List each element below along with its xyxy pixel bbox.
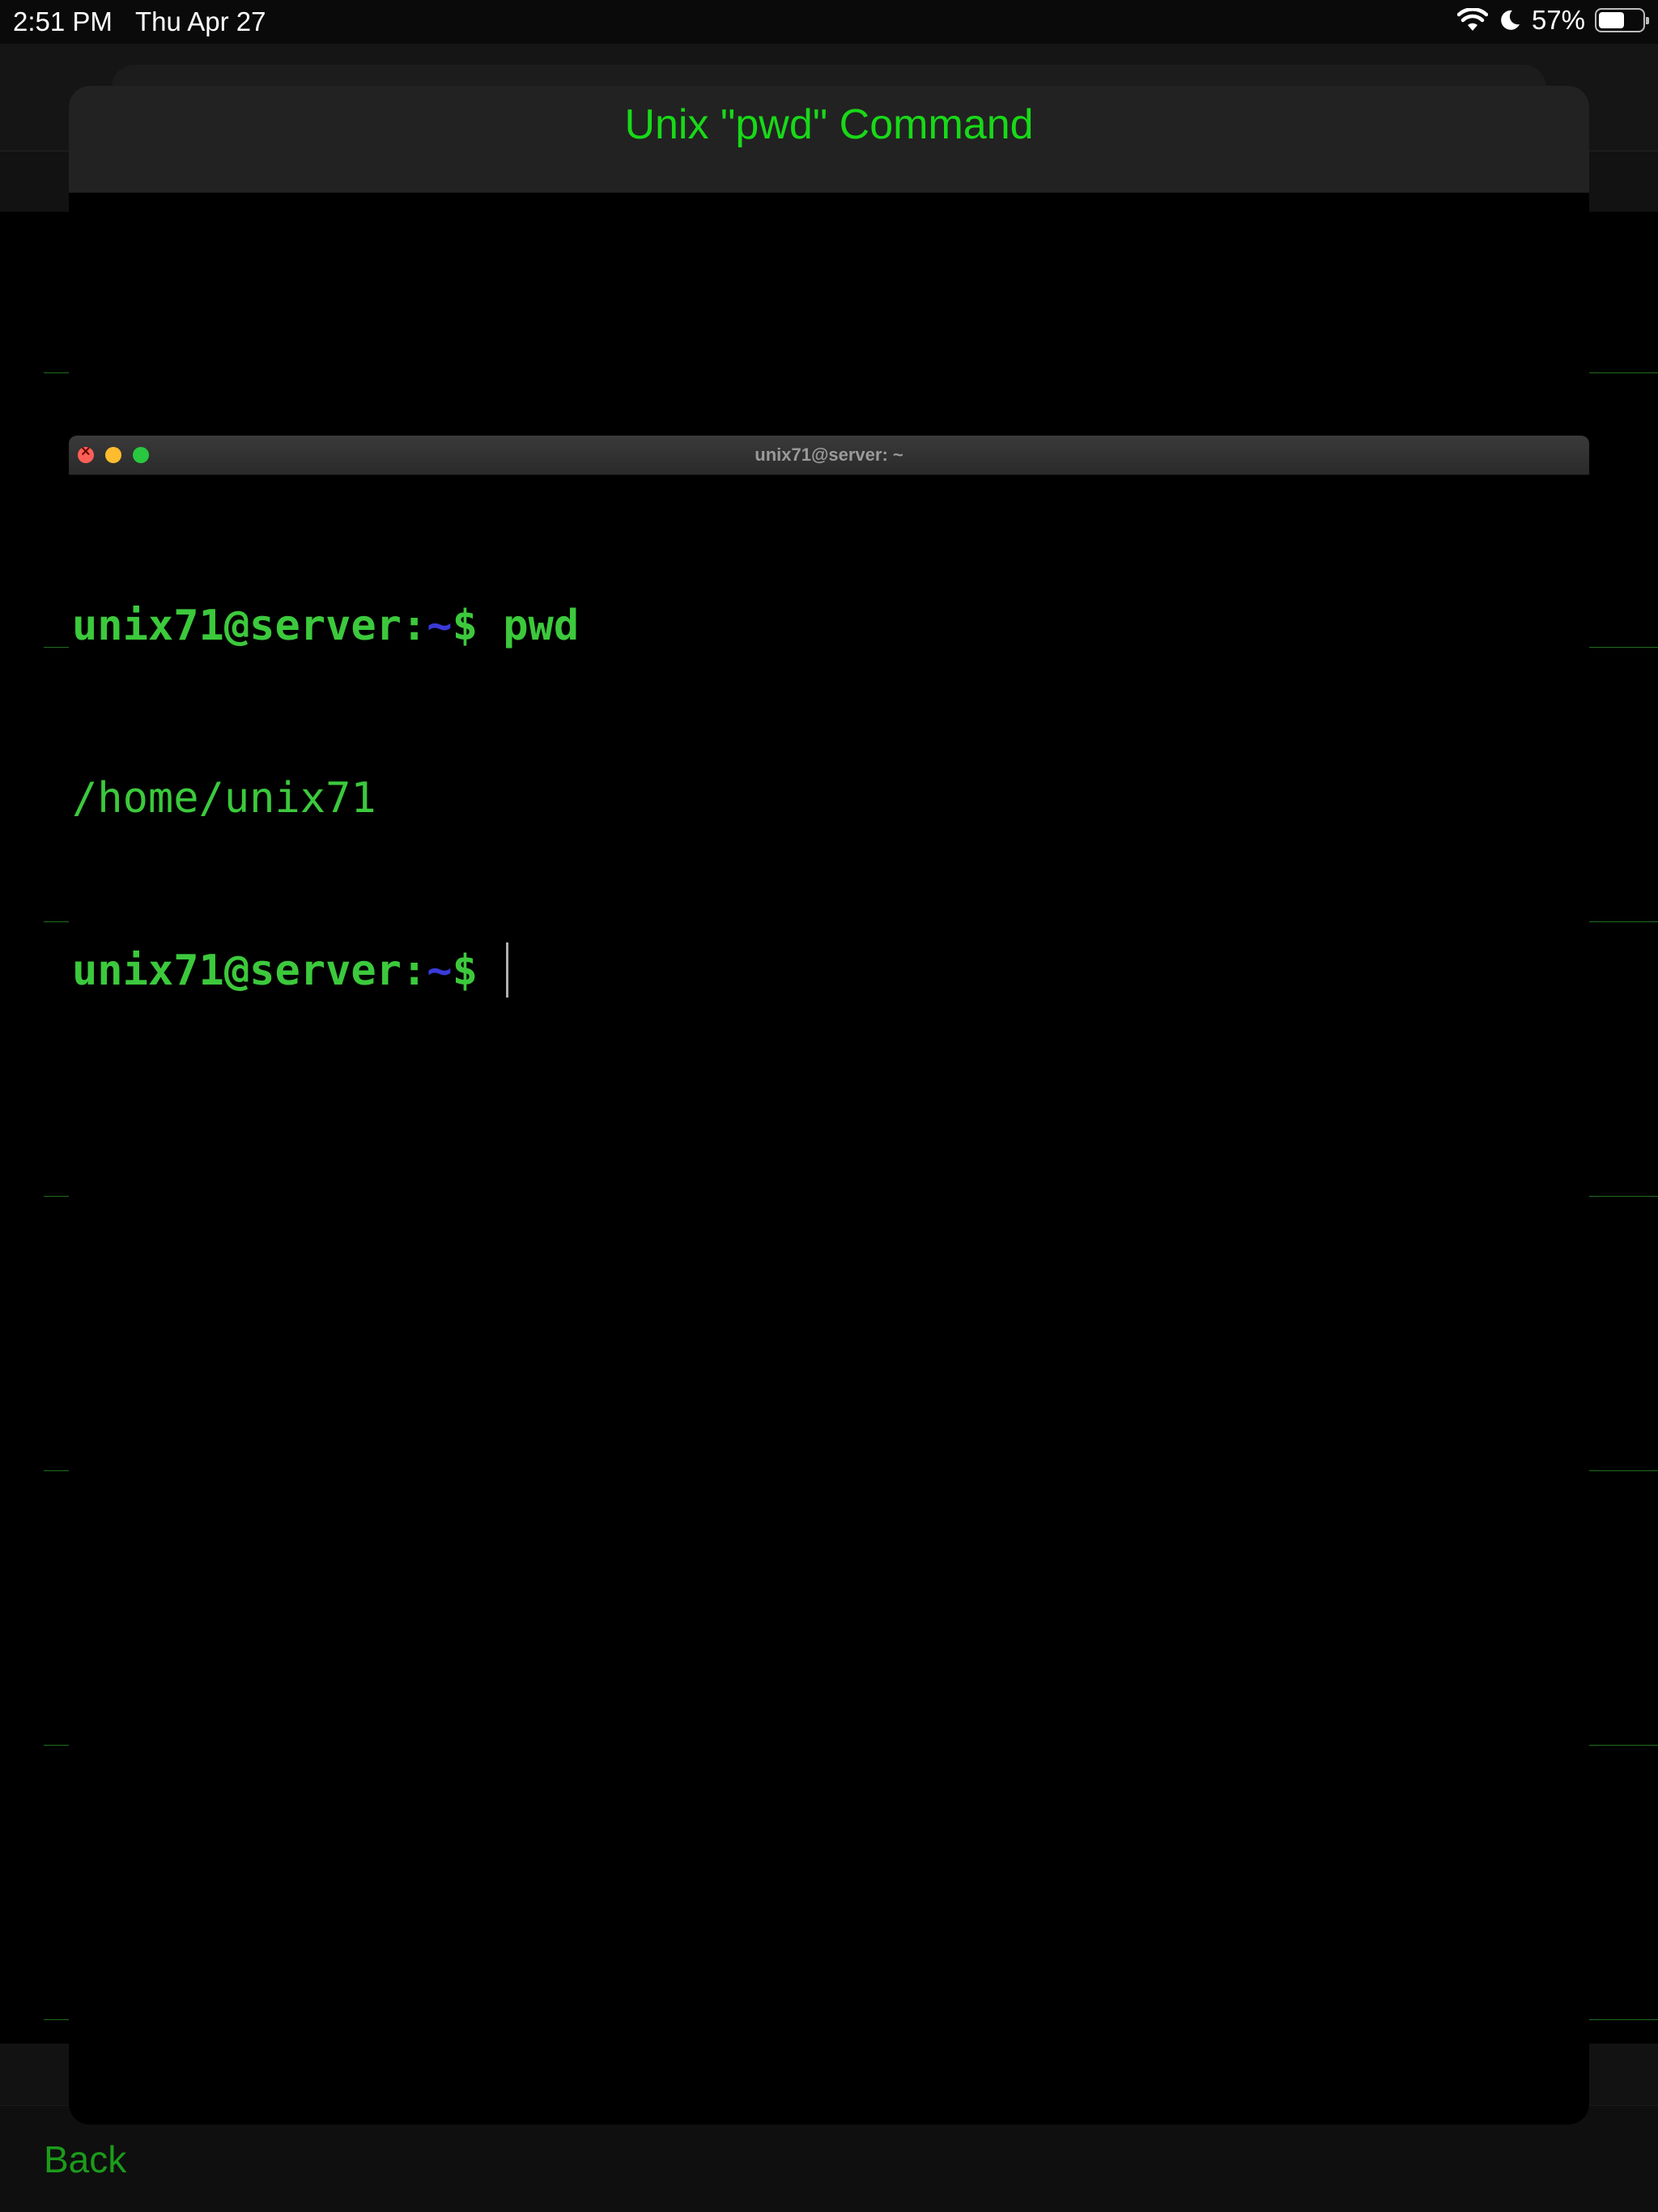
prompt-path: ~ [427, 946, 453, 995]
battery-icon [1595, 8, 1649, 32]
status-date: Thu Apr 27 [135, 6, 266, 36]
sheet-header: Unix "pwd" Command [69, 86, 1589, 193]
sheet-title: Unix "pwd" Command [624, 101, 1034, 148]
terminal-line: /home/unix71 [72, 770, 1589, 827]
terminal-line: unix71@server:~$ pwd [72, 598, 1589, 655]
battery-fill [1599, 12, 1624, 28]
back-button[interactable]: Back [44, 2138, 126, 2181]
battery-percent: 57% [1531, 5, 1585, 35]
prompt-sign: $ [452, 946, 478, 995]
prompt-user-host: unix71@server: [72, 946, 427, 995]
terminal-titlebar[interactable]: unix71@server: ~ [69, 436, 1589, 475]
status-indicators: 57% [1456, 5, 1649, 36]
prompt-sign: $ [452, 602, 478, 650]
terminal-window[interactable]: unix71@server: ~ unix71@server:~$ pwd /h… [69, 436, 1589, 1869]
terminal-line: unix71@server:~$ [72, 942, 1589, 1000]
modal-sheet: Unix "pwd" Command unix71@server: ~ unix… [69, 86, 1589, 2125]
prompt-user-host: unix71@server: [72, 602, 427, 650]
command-output: /home/unix71 [72, 774, 376, 823]
status-bar: 2:51 PM Thu Apr 27 57% [0, 0, 1658, 44]
terminal-output[interactable]: unix71@server:~$ pwd /home/unix71 unix71… [72, 483, 1589, 1115]
moon-icon [1501, 10, 1520, 30]
command-input[interactable] [478, 946, 503, 995]
terminal-title: unix71@server: ~ [755, 445, 903, 465]
command-text: pwd [477, 602, 580, 650]
text-cursor [506, 942, 509, 998]
prompt-path: ~ [427, 602, 453, 650]
wifi-icon [1456, 8, 1488, 31]
status-time: 2:51 PM [13, 6, 113, 36]
